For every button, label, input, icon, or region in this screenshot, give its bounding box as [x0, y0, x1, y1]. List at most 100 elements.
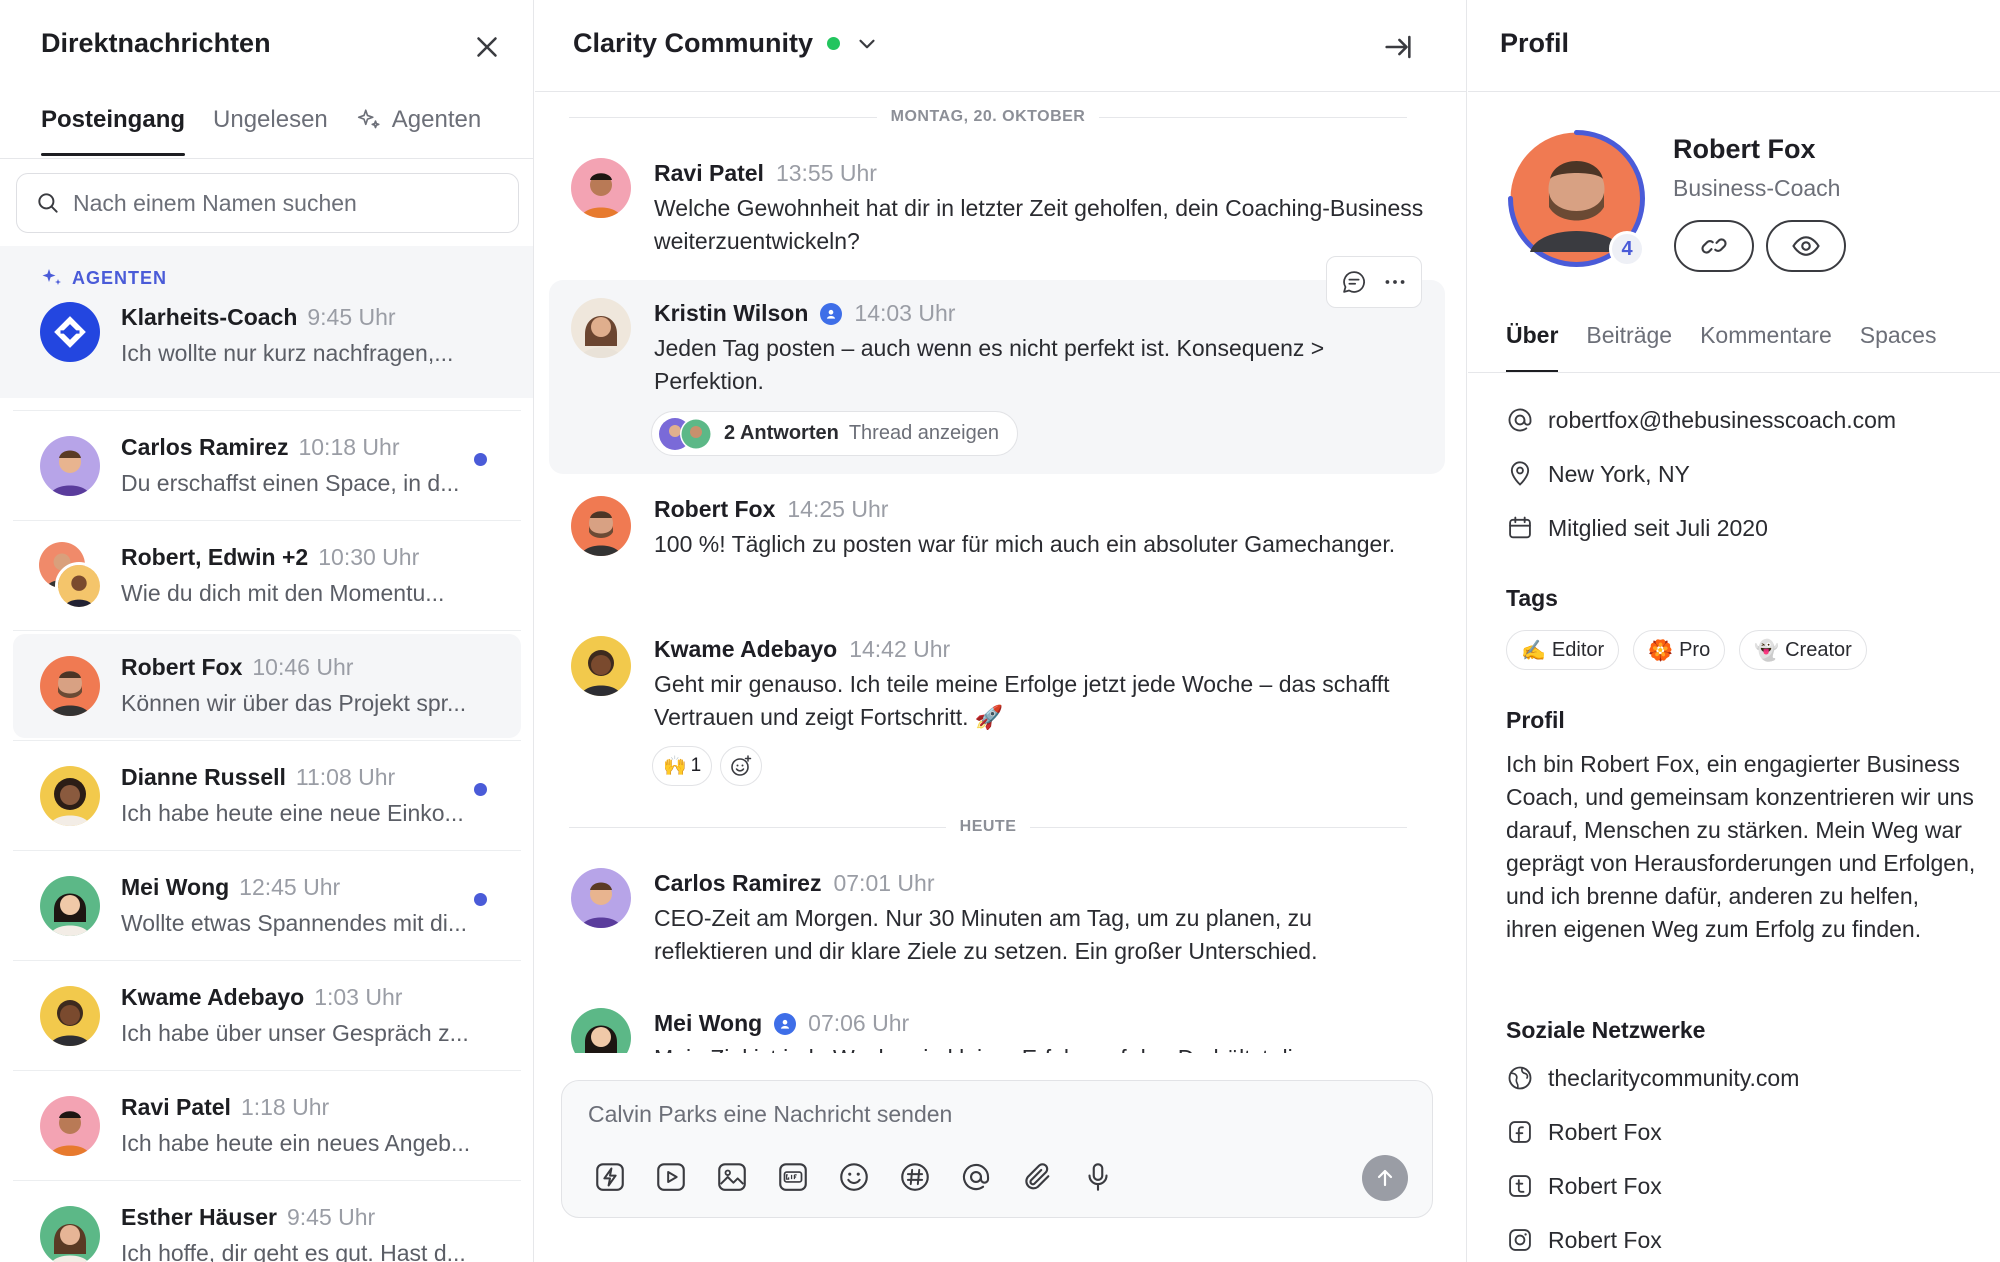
gif-icon[interactable] [775, 1159, 811, 1195]
composer-toolbar [592, 1159, 1116, 1195]
conversation-name: Mei Wong 12:45 Uhr [121, 874, 341, 900]
message[interactable]: Kristin Wilson 14:03 Uhr Jeden Tag poste… [549, 280, 1445, 474]
date-separator: MONTAG, 20. OKTOBER [569, 108, 1408, 126]
conversation-name: Esther Häuser 9:45 Uhr [121, 1204, 376, 1230]
close-icon[interactable] [470, 30, 504, 64]
divider [13, 850, 521, 851]
avatar [571, 298, 631, 358]
list-item[interactable]: Kwame Adebayo 1:03 Uhr Ich habe über unse… [13, 964, 521, 1068]
send-button[interactable] [1362, 1155, 1408, 1201]
add-reaction-button[interactable] [720, 746, 763, 786]
reaction-pill[interactable]: 🙌 1 [652, 746, 713, 786]
profile-panel-title: Profil [1500, 28, 1570, 58]
thread-replies-button[interactable]: 2 Antworten Thread anzeigen [651, 411, 1018, 456]
tag-pro[interactable]: 🏵️ Pro [1633, 630, 1726, 670]
conversation-preview: Wie du dich mit den Momentu... [121, 580, 445, 606]
divider [13, 740, 521, 741]
avatar [40, 436, 100, 496]
conversation-preview: Ich hoffe, dir geht es gut. Hast d... [121, 1240, 466, 1262]
image-icon[interactable] [714, 1159, 750, 1195]
tab-unread[interactable]: Ungelesen [213, 106, 328, 154]
message-composer[interactable]: Calvin Parks eine Nachricht senden [561, 1080, 1433, 1218]
conversation-preview: Wollte etwas Spannendes mit di... [121, 910, 468, 936]
tabs-divider [1468, 372, 2000, 373]
social-link-tumblr[interactable]: Robert Fox [1506, 1172, 1662, 1200]
lightning-icon[interactable] [592, 1159, 628, 1195]
list-item[interactable]: Klarheits-Coach 9:45 Uhr Ich wollte nur k… [13, 282, 521, 386]
attachment-icon[interactable] [1019, 1159, 1055, 1195]
profile-location: New York, NY [1506, 460, 1690, 488]
reply-thread-icon[interactable] [1340, 268, 1368, 296]
list-item[interactable]: Carlos Ramirez 10:18 Uhr Du erschaffst ei… [13, 414, 521, 518]
link-icon [1701, 238, 1727, 254]
social-link-instagram[interactable]: Robert Fox [1506, 1226, 1662, 1254]
more-options-icon[interactable] [1381, 268, 1409, 296]
social-link-website[interactable]: theclaritycommunity.com [1506, 1064, 1799, 1092]
avatar [40, 986, 100, 1046]
verified-badge-icon [774, 1012, 797, 1035]
tab-inbox[interactable]: Posteingang [41, 106, 186, 156]
avatar [571, 496, 631, 556]
avatar [40, 1096, 100, 1156]
emoji-icon[interactable] [836, 1159, 872, 1195]
avatar [571, 1008, 631, 1053]
clarity-logo-icon [54, 316, 86, 348]
microphone-icon[interactable] [1080, 1159, 1116, 1195]
level-badge: 4 [1609, 231, 1645, 267]
copy-link-button[interactable] [1674, 220, 1754, 272]
list-item[interactable]: Robert, Edwin +2 10:30 Uhr Wie du dich mi… [13, 524, 521, 628]
video-icon[interactable] [653, 1159, 689, 1195]
conversation-preview: Ich wollte nur kurz nachfragen,... [121, 340, 454, 366]
conversation-preview: Du erschaffst einen Space, in d... [121, 470, 460, 496]
avatar [55, 562, 103, 610]
header-divider [1468, 91, 2000, 92]
mention-icon[interactable] [958, 1159, 994, 1195]
tag-creator[interactable]: 👻 Creator [1739, 630, 1867, 670]
profile-heading: Profil [1506, 707, 1565, 733]
message-text: 100 %! Täglich zu posten war für mich au… [654, 531, 1396, 557]
search-input[interactable]: Nach einem Namen suchen [16, 173, 519, 233]
message[interactable]: Robert Fox 14:25 Uhr 100 %! Täglich zu po… [549, 474, 1445, 614]
dm-sidebar: Direktnachrichten Posteingang Ungelesen … [0, 0, 534, 1262]
channel-header[interactable]: Clarity Community [573, 28, 880, 59]
social-link-facebook[interactable]: Robert Fox [1506, 1118, 1662, 1146]
collapse-panel-icon[interactable] [1381, 30, 1415, 64]
message-text: Mein Ziel ist jede Woche ein kleiner Erf… [654, 1042, 1424, 1053]
list-item[interactable]: Ravi Patel 1:18 Uhr Ich habe heute ein ne… [13, 1074, 521, 1178]
profile-email[interactable]: robertfox@thebusinesscoach.com [1506, 406, 1896, 434]
instagram-icon [1509, 1229, 1531, 1251]
tag-editor[interactable]: ✍️ Editor [1506, 630, 1620, 670]
list-item[interactable]: Dianne Russell 11:08 Uhr Ich habe heute e… [13, 744, 521, 848]
profile-name: Robert Fox [1673, 134, 1816, 164]
tab-about[interactable]: Über [1506, 322, 1559, 373]
tag-list: ✍️ Editor 🏵️ Pro 👻 Creator [1506, 630, 1867, 670]
list-item[interactable]: Robert Fox 10:46 Uhr Können wir über das … [13, 634, 521, 738]
hashtag-icon[interactable] [897, 1159, 933, 1195]
conversation-name: Klarheits-Coach 9:45 Uhr [121, 304, 396, 330]
chevron-down-icon[interactable] [854, 31, 880, 57]
message-author: Carlos Ramirez 07:01 Uhr [654, 870, 935, 896]
channel-title: Clarity Community [573, 28, 814, 58]
view-profile-button[interactable] [1766, 220, 1846, 272]
profile-panel: Profil 4 Robert Fox Business-Coach Über … [1468, 0, 2000, 1262]
eye-icon [1792, 236, 1820, 256]
sparkle-icon [357, 109, 380, 129]
tab-agents[interactable]: Agenten [356, 106, 481, 154]
conversation-preview: Ich habe heute ein neues Angeb... [121, 1130, 471, 1156]
date-separator: HEUTE [569, 818, 1408, 836]
conversation-preview: Ich habe über unser Gespräch z... [121, 1020, 469, 1046]
search-placeholder: Nach einem Namen suchen [73, 189, 357, 216]
tab-posts[interactable]: Beiträge [1586, 322, 1672, 371]
tumblr-icon [1509, 1175, 1531, 1197]
tab-spaces[interactable]: Spaces [1860, 322, 1937, 371]
tabs-divider [0, 158, 533, 159]
tab-comments[interactable]: Kommentare [1700, 322, 1832, 371]
message[interactable]: Ravi Patel 13:55 Uhr Welche Gewohnheit ha… [549, 140, 1445, 280]
list-item[interactable]: Mei Wong 12:45 Uhr Wollte etwas Spannende… [13, 854, 521, 958]
message[interactable]: Carlos Ramirez 07:01 Uhr CEO-Zeit am Morg… [549, 850, 1445, 990]
reactions: 🙌 1 [652, 746, 763, 786]
message-text: Jeden Tag posten – auch wenn es nicht pe… [654, 335, 1325, 394]
list-item[interactable]: Esther Häuser 9:45 Uhr Ich hoffe, dir geh… [13, 1184, 521, 1262]
message[interactable]: Mei Wong 07:06 Uhr Mein Ziel ist jede Wo… [549, 990, 1445, 1053]
divider [13, 1180, 521, 1181]
